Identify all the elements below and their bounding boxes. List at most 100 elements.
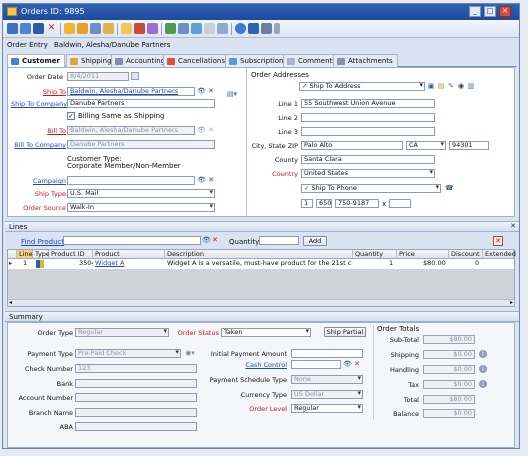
binoculars-icon[interactable]: 👁 [343,360,352,368]
tab-accounting[interactable]: Accounting [111,54,171,67]
info-icon[interactable]: i [479,380,487,388]
city-field[interactable]: Palo Alto [301,141,403,150]
line2-field[interactable] [301,113,435,122]
check-number-field[interactable]: 123 [75,364,197,373]
order-type-select[interactable]: Regular [75,328,169,337]
info-icon[interactable]: i [479,350,487,358]
col-discount[interactable]: Discount [449,250,483,259]
print-icon[interactable] [90,23,101,34]
calendar-icon[interactable] [131,72,139,80]
cell-product[interactable]: Widget A [95,259,163,268]
ship-to-company-link[interactable]: Ship To Company [11,100,67,108]
line3-field[interactable] [301,127,435,136]
clear-icon[interactable]: ✕ [353,360,361,368]
county-field[interactable]: Santa Clara [301,155,435,164]
ship-to-link[interactable]: Ship To [11,88,66,96]
globe-icon[interactable] [235,23,246,34]
col-extended[interactable]: Extended [483,250,516,259]
ship-to-company-field[interactable]: Danube Partners [67,99,215,108]
col-quantity[interactable]: Quantity [353,250,397,259]
phone-number-field[interactable]: 750-9187 [335,199,379,208]
lines-scrollbar[interactable]: ◂ ▸ [8,299,514,306]
copy-icon[interactable] [103,23,114,34]
save-icon[interactable] [7,23,18,34]
maximize-button[interactable]: □ [484,6,496,17]
branch-name-field[interactable] [75,408,197,417]
close-button[interactable]: ✕ [499,6,511,17]
link-icon[interactable] [191,23,202,34]
phone-country-field[interactable]: 1 [301,199,313,208]
minimize-button[interactable]: _ [469,6,481,17]
tab-shipping[interactable]: Shipping [66,54,117,67]
quantity-field[interactable] [259,236,299,245]
help-icon[interactable] [261,23,272,34]
col-product-id[interactable]: Product ID [49,250,93,259]
payment-options-icon[interactable]: ◉▾ [183,349,197,357]
order-source-select[interactable]: Walk-In [67,203,215,212]
payment-type-select[interactable]: Pre-Paid Check [75,349,181,358]
bill-to-field[interactable]: Baldwin, Alesha/Danube Partners [67,126,195,135]
payment-schedule-select[interactable]: None [291,375,363,384]
line1-field[interactable]: 55 Southwest Union Avenue [301,99,435,108]
bill-to-company-link[interactable]: Bill To Company [11,141,66,149]
binoculars-icon[interactable]: 👁 [197,87,206,95]
bill-to-company-field[interactable]: Danube Partners [67,140,215,149]
ship-type-select[interactable]: U.S. Mail [67,189,215,198]
col-price[interactable]: Price [397,250,449,259]
open-icon[interactable] [77,23,88,34]
account-number-field[interactable] [75,393,197,402]
clear-icon[interactable]: ✕ [207,87,215,95]
bill-to-link[interactable]: Bill To [11,127,66,135]
state-select[interactable]: CA [406,141,446,150]
order-date-field[interactable]: 8/4/2011 [67,72,129,81]
refresh-icon[interactable] [165,23,176,34]
info-icon[interactable]: i [479,365,487,373]
aba-field[interactable] [75,422,197,431]
globe-icon[interactable]: ◉ [457,82,465,90]
billing-same-checkbox[interactable]: ✓ [67,112,75,120]
find-product-field[interactable] [63,236,201,245]
map-icon[interactable]: ▥ [467,82,475,90]
phone-area-field[interactable]: 650 [316,199,332,208]
currency-type-select[interactable]: US Dollar [291,390,363,399]
scroll-left-icon[interactable]: ◂ [9,299,12,306]
binoculars-icon[interactable]: 👁 [202,236,211,244]
tab-attachments[interactable]: Attachments [333,54,398,67]
report-icon[interactable] [217,23,228,34]
toolbar-overflow-icon[interactable] [274,23,280,34]
country-select[interactable]: United States [301,169,435,178]
previous-record-icon[interactable] [134,23,145,34]
save-new-icon[interactable] [20,23,31,34]
window-icon[interactable] [248,23,259,34]
address-card-icon[interactable]: ▣ [427,82,435,90]
delete-icon[interactable]: ✕ [46,23,57,34]
first-record-icon[interactable] [121,23,132,34]
col-product[interactable]: Product [93,250,165,259]
clear-icon[interactable]: ✕ [211,236,219,244]
clear-icon[interactable]: ✕ [207,126,215,134]
lines-close-icon[interactable]: ✕ [509,222,517,230]
add-button[interactable]: Add [303,236,327,246]
cash-control-link[interactable]: Cash Control [203,361,287,369]
binoculars-icon[interactable]: 👁 [197,176,206,184]
ship-to-field[interactable]: Baldwin, Alesha/Danube Partners [67,87,195,96]
ship-to-address-select[interactable]: ✓ Ship To Address [299,82,425,91]
col-description[interactable]: Description [165,250,353,259]
phone-icon[interactable]: ☎ [445,184,454,192]
delete-line-icon[interactable]: ✕ [493,236,503,246]
cash-control-field[interactable] [291,360,341,369]
save-close-icon[interactable] [33,23,44,34]
edit-address-icon[interactable]: ✎ [447,82,455,90]
col-line[interactable]: Line [17,250,33,259]
next-record-icon[interactable] [147,23,158,34]
bank-field[interactable] [75,379,197,388]
clear-icon[interactable]: ✕ [207,176,215,184]
ship-to-phone-select[interactable]: ✓ Ship To Phone [301,184,441,193]
campaign-link[interactable]: Campaign [11,177,66,185]
ship-partial-button[interactable]: Ship Partial [324,327,366,337]
scroll-right-icon[interactable]: ▸ [510,299,513,306]
tab-customer[interactable]: Customer [7,54,65,68]
find-product-link[interactable]: Find Product [21,238,64,246]
folder-icon[interactable] [64,23,75,34]
filter-icon[interactable] [178,23,189,34]
